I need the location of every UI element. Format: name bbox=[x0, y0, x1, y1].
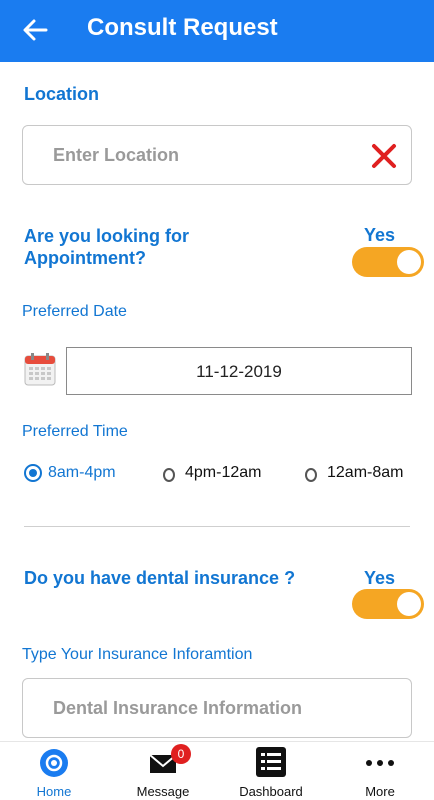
nav-label-more: More bbox=[365, 784, 395, 799]
insurance-info-placeholder: Dental Insurance Information bbox=[53, 698, 303, 718]
calendar-icon[interactable] bbox=[24, 352, 56, 386]
nav-message[interactable]: 0 Message bbox=[109, 742, 217, 800]
list-icon bbox=[256, 747, 286, 777]
time-option-label: 4pm-12am bbox=[185, 464, 262, 481]
dental-toggle[interactable] bbox=[352, 589, 424, 619]
preferred-date-label: Preferred Date bbox=[22, 303, 127, 320]
location-input[interactable]: Enter Location bbox=[22, 125, 412, 185]
nav-label-dashboard: Dashboard bbox=[239, 784, 303, 799]
more-dots-icon bbox=[366, 760, 394, 766]
home-target-icon bbox=[40, 749, 68, 777]
clear-icon[interactable] bbox=[371, 143, 397, 169]
appointment-question: Are you looking for Appointment? bbox=[24, 226, 190, 268]
radio-unselected-icon bbox=[305, 468, 317, 482]
message-badge: 0 bbox=[171, 744, 191, 764]
nav-dashboard[interactable]: Dashboard bbox=[217, 742, 325, 800]
page-title: Consult Request bbox=[87, 14, 278, 41]
bottom-nav: Home 0 Message Dashboard More bbox=[0, 741, 434, 800]
appointment-toggle[interactable] bbox=[352, 247, 424, 277]
nav-home[interactable]: Home bbox=[0, 742, 108, 800]
date-field[interactable]: 11-12-2019 bbox=[66, 347, 412, 395]
divider bbox=[24, 526, 410, 527]
dental-toggle-label: Yes bbox=[364, 568, 396, 588]
toggle-knob bbox=[397, 592, 421, 616]
time-option-8am-4pm[interactable]: 8am-4pm bbox=[24, 464, 116, 482]
nav-label-message: Message bbox=[136, 784, 190, 799]
dental-question: Do you have dental insurance ? bbox=[24, 568, 296, 588]
time-option-label: 12am-8am bbox=[327, 464, 404, 481]
nav-more[interactable]: More bbox=[326, 742, 434, 800]
time-option-12am-8am[interactable]: 12am-8am bbox=[305, 464, 403, 482]
toggle-knob bbox=[397, 250, 421, 274]
date-value: 11-12-2019 bbox=[196, 362, 282, 381]
insurance-info-input[interactable]: Dental Insurance Information bbox=[22, 678, 412, 738]
radio-selected-icon bbox=[24, 464, 42, 482]
app-bar: Consult Request bbox=[0, 0, 434, 62]
time-radio-group: 8am-4pm 4pm-12am 12am-8am bbox=[0, 464, 434, 490]
insurance-info-label: Type Your Insurance Inforamtion bbox=[22, 646, 253, 663]
nav-label-home: Home bbox=[36, 784, 72, 799]
time-option-label: 8am-4pm bbox=[48, 464, 116, 481]
back-arrow-icon[interactable] bbox=[22, 17, 48, 43]
preferred-time-label: Preferred Time bbox=[22, 423, 128, 440]
appointment-toggle-label: Yes bbox=[364, 225, 396, 245]
location-placeholder: Enter Location bbox=[53, 145, 180, 165]
radio-unselected-icon bbox=[163, 468, 175, 482]
location-title: Location bbox=[24, 84, 99, 104]
time-option-4pm-12am[interactable]: 4pm-12am bbox=[163, 464, 261, 482]
